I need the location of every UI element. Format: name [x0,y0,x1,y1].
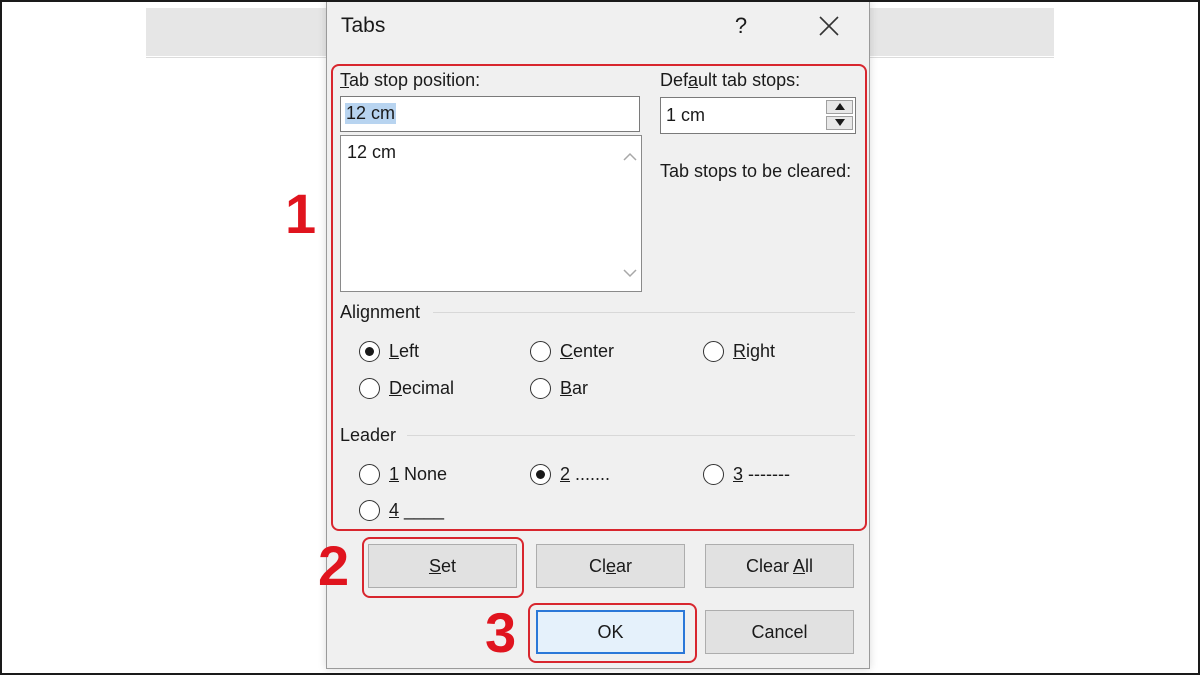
help-button[interactable]: ? [725,8,757,44]
cancel-button[interactable]: Cancel [705,610,854,654]
ok-button[interactable]: OK [536,610,685,654]
radio-circle [359,341,380,362]
radio-circle [530,464,551,485]
default-tab-stops-input[interactable]: 1 cm [660,97,856,134]
radio-circle [530,378,551,399]
radio-circle [359,378,380,399]
radio-circle [530,341,551,362]
step-3-number: 3 [485,601,517,664]
radio-label: Decimal [389,378,455,398]
leader-none-radio[interactable]: 1 None [359,464,447,485]
radio-label: Bar [560,378,589,398]
radio-label: Right [733,341,776,361]
leader-dashes-radio[interactable]: 3 ------- [703,464,790,485]
leader-divider [407,435,855,436]
set-button[interactable]: Set [368,544,517,588]
clear-button[interactable]: Clear [536,544,685,588]
radio-circle [359,500,380,521]
alignment-right-radio[interactable]: Right [703,341,775,362]
tab-stops-to-be-cleared-label: Tab stops to be cleared: [660,161,852,181]
radio-circle [703,341,724,362]
radio-circle [359,464,380,485]
tab-stop-position-value: 12 cm [345,103,397,124]
alignment-center-radio[interactable]: Center [530,341,614,362]
leader-dots-radio[interactable]: 2 ....... [530,464,610,485]
default-tab-stops-spinner [826,100,853,131]
tab-stop-position-label: Tab stop position: [340,70,481,90]
triangle-down-icon [834,119,845,126]
tab-stop-position-input[interactable]: 12 cm [340,96,640,132]
triangle-up-icon [834,103,845,110]
alignment-decimal-radio[interactable]: Decimal [359,378,454,399]
radio-label: 1 None [389,464,448,484]
tabs-dialog: Tabs ? Tab stop position: 12 cm 12 cm De… [326,0,870,669]
step-1-number: 1 [285,182,317,245]
default-tab-stops-value: 1 cm [666,105,706,125]
radio-circle [703,464,724,485]
alignment-divider [433,312,855,313]
default-tab-stops-label: Default tab stops: [660,70,801,90]
list-item[interactable]: 12 cm [347,142,396,163]
tab-stop-list[interactable]: 12 cm [340,135,642,292]
radio-label: 3 ------- [733,464,790,484]
spin-up-button[interactable] [826,100,853,114]
clear-all-button[interactable]: Clear All [705,544,854,588]
radio-label: Center [560,341,615,361]
alignment-group-label: Alignment [340,302,421,322]
radio-label: Left [389,341,420,361]
scroll-up-icon[interactable] [621,148,639,166]
scroll-down-icon[interactable] [621,264,639,282]
leader-underline-radio[interactable]: 4 ____ [359,500,444,521]
radio-label: 4 ____ [389,500,445,520]
step-2-number: 2 [318,534,350,597]
alignment-bar-radio[interactable]: Bar [530,378,588,399]
spin-down-button[interactable] [826,116,853,130]
alignment-left-radio[interactable]: Left [359,341,419,362]
close-icon [819,16,839,36]
close-button[interactable] [811,8,847,44]
dialog-title: Tabs [341,14,386,37]
leader-group-label: Leader [340,425,397,445]
radio-label: 2 ....... [560,464,611,484]
